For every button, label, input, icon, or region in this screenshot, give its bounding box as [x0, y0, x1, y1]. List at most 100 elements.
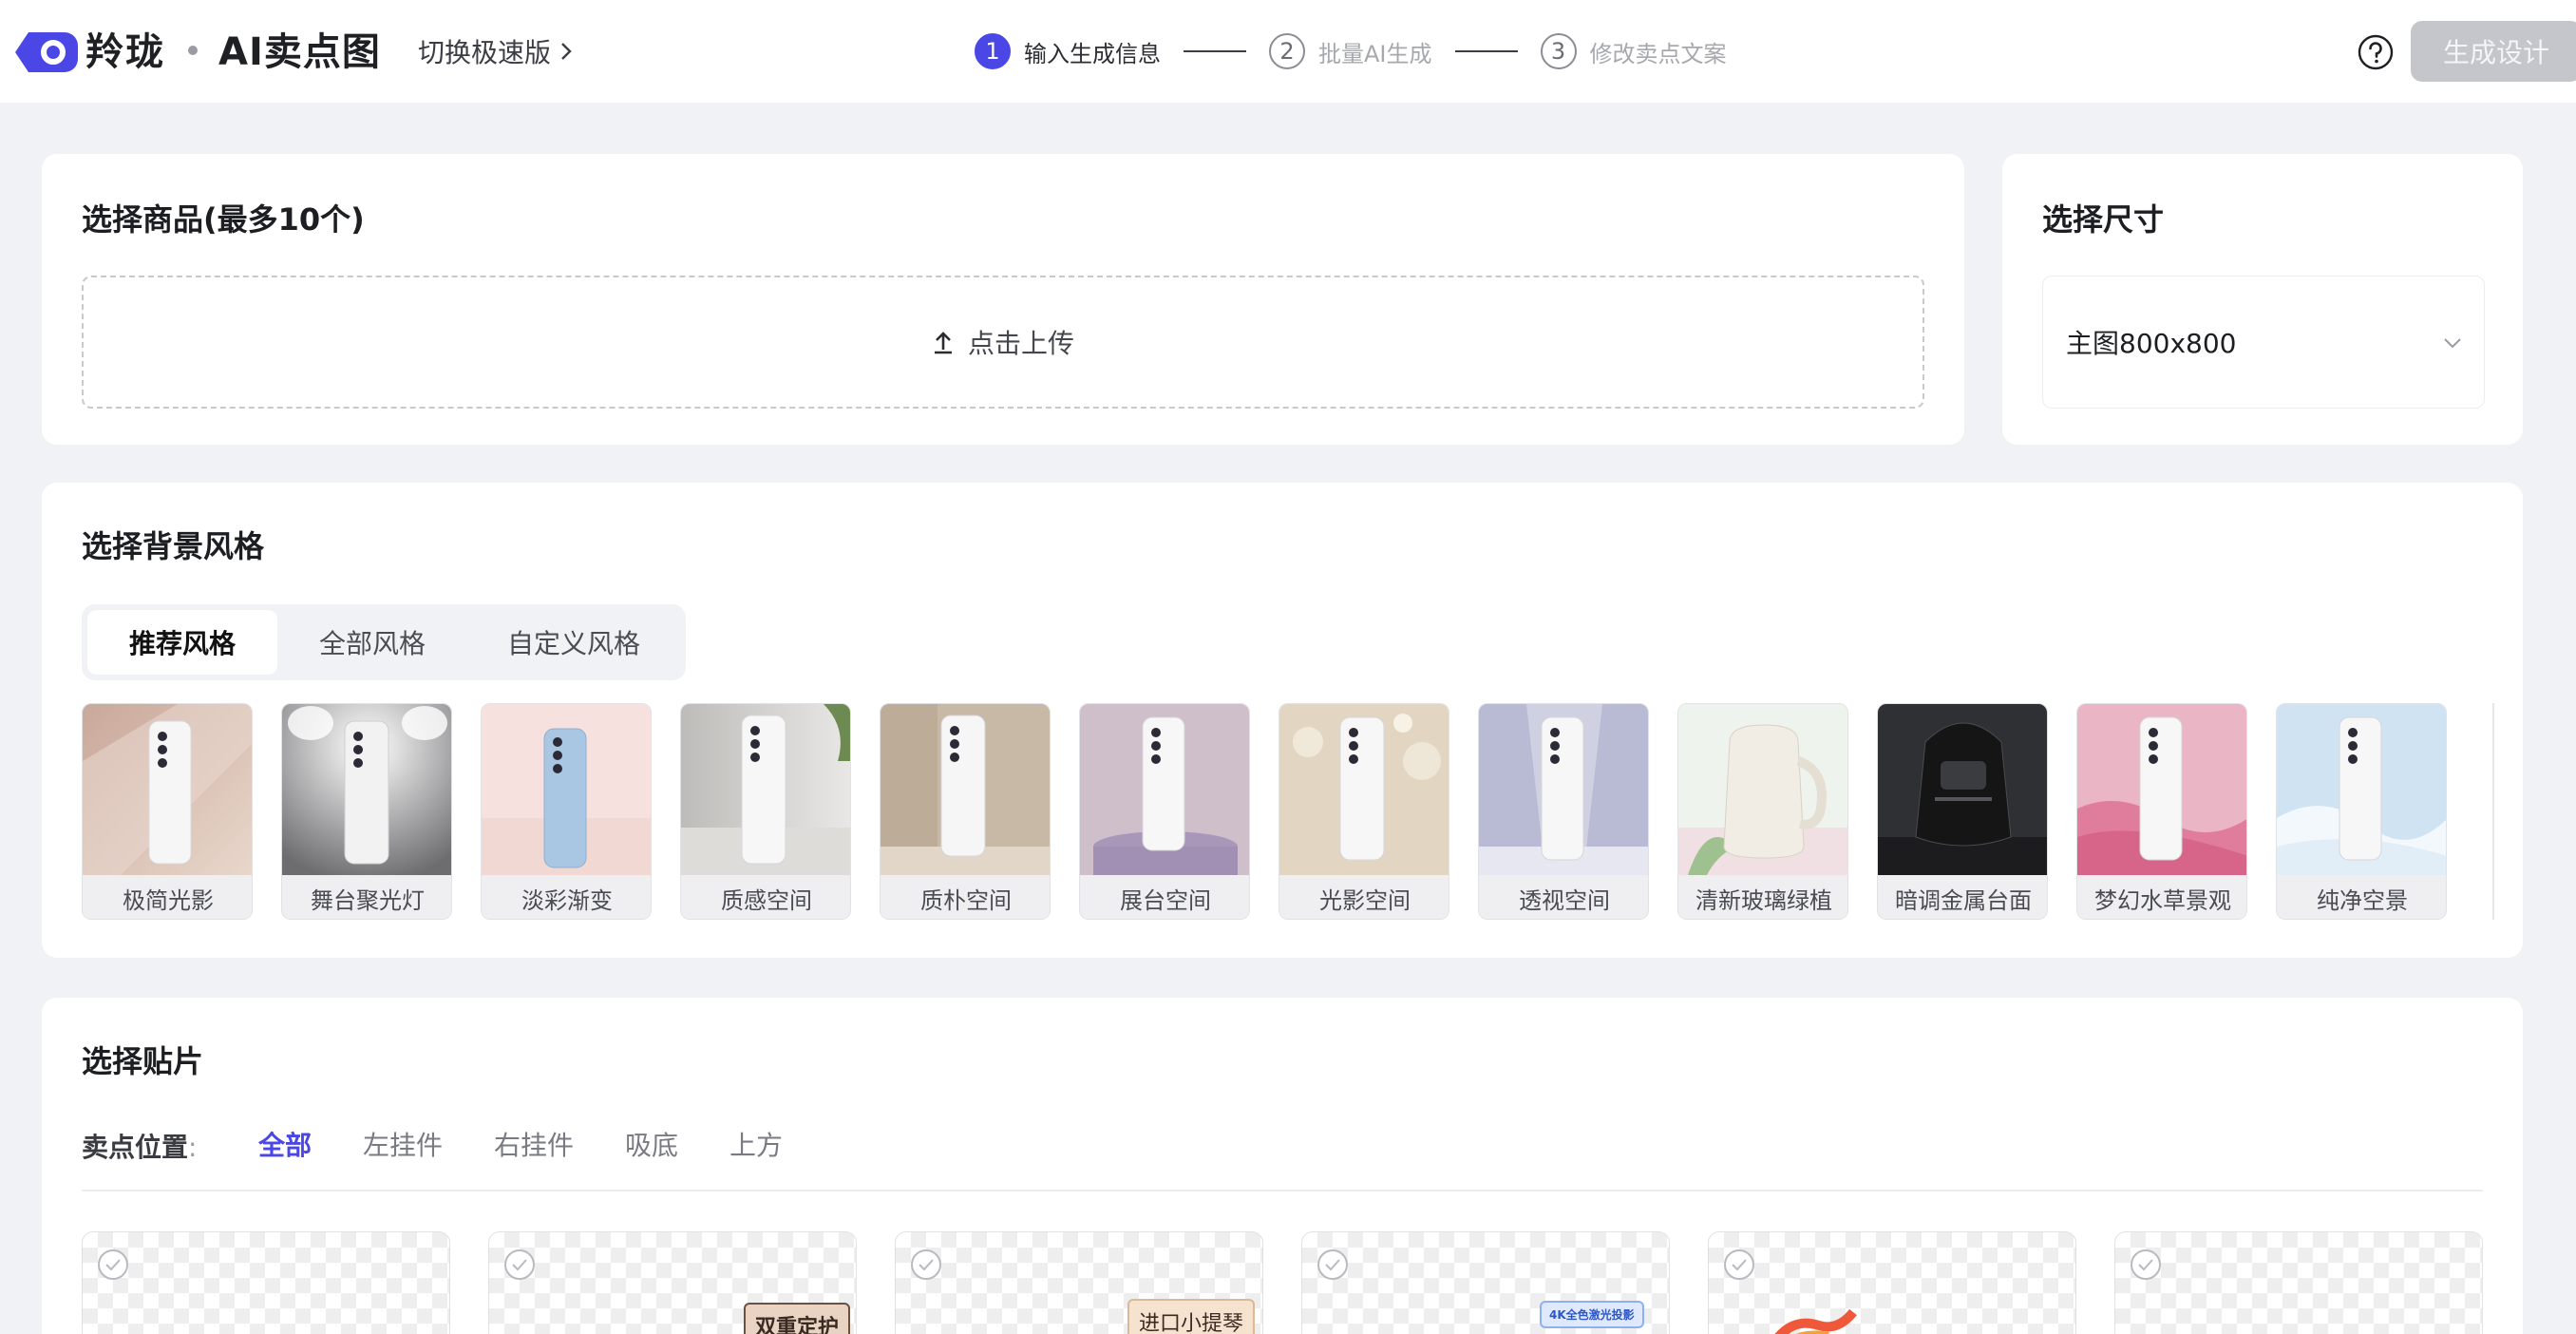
style-item[interactable]: 质感空间: [680, 703, 851, 920]
upload-label: 点击上传: [967, 328, 1074, 359]
style-thumbnail: [83, 704, 252, 875]
style-item[interactable]: 透视空间: [1478, 703, 1649, 920]
top-header: 羚珑 AI卖点图 切换极速版 1 输入生成信息 2 批量AI生成 3 修改卖点文…: [0, 0, 2576, 103]
tab-custom-style[interactable]: 自定义风格: [467, 610, 680, 675]
style-thumbnail: [881, 704, 1050, 875]
progress-steps: 1 输入生成信息 2 批量AI生成 3 修改卖点文案: [975, 32, 1727, 70]
step-3: 3 修改卖点文案: [1540, 33, 1727, 69]
product-name: AI卖点图: [218, 30, 381, 74]
tab-recommended[interactable]: 推荐风格: [87, 610, 277, 675]
filter-right-pendant[interactable]: 右挂件: [494, 1125, 574, 1163]
style-thumbnail: [1279, 704, 1449, 875]
sticker-card: 选择贴片 卖点位置: 全部 左挂件 右挂件 吸底 上方 双重定护 进口小提琴 4…: [42, 998, 2523, 1334]
step-number: 3: [1540, 33, 1577, 69]
sticker-item[interactable]: [2114, 1231, 2483, 1334]
style-title: 选择背景风格: [82, 528, 265, 564]
brand-name: 羚珑: [85, 30, 165, 74]
step-2: 2 批量AI生成: [1269, 33, 1432, 69]
step-label: 批量AI生成: [1318, 40, 1432, 67]
sticker-item[interactable]: [82, 1231, 450, 1334]
chevron-down-icon: [2444, 338, 2461, 349]
style-item[interactable]: 淡彩渐变: [481, 703, 652, 920]
style-thumbnail: [482, 704, 651, 875]
upload-dropzone[interactable]: 点击上传: [82, 276, 1924, 409]
style-thumbnail: [1878, 704, 2047, 875]
style-item[interactable]: 梦幻水草景观: [2076, 703, 2247, 920]
style-item-label: 质感空间: [681, 875, 850, 919]
style-thumbnail: [2277, 704, 2446, 875]
style-tabs: 推荐风格 全部风格 自定义风格: [82, 604, 686, 680]
style-thumbnail: [1080, 704, 1249, 875]
style-item-label: 极简光影: [83, 875, 252, 919]
style-item-label: 清新玻璃绿植: [1678, 875, 1847, 919]
style-item[interactable]: 纯净空景: [2276, 703, 2447, 920]
selling-point-position-label: 卖点位置:: [82, 1127, 197, 1165]
size-title: 选择尺寸: [2042, 201, 2165, 238]
style-thumbnail: [681, 704, 850, 875]
generate-design-button[interactable]: 生成设计: [2411, 21, 2576, 82]
background-style-card: 选择背景风格 推荐风格 全部风格 自定义风格 极简光影 舞台聚光灯 淡彩渐变 质…: [42, 483, 2523, 958]
style-item[interactable]: 极简光影: [82, 703, 253, 920]
step-connector: [1454, 50, 1518, 52]
step-label: 输入生成信息: [1024, 40, 1161, 67]
upload-title: 选择商品(最多10个): [82, 201, 365, 238]
size-card: 选择尺寸 主图800x800: [2002, 154, 2523, 445]
tab-all-styles[interactable]: 全部风格: [277, 610, 467, 675]
filter-label-colon: :: [188, 1132, 198, 1163]
step-1: 1 输入生成信息: [975, 33, 1161, 69]
style-item-label: 舞台聚光灯: [282, 875, 451, 919]
style-item[interactable]: 舞台聚光灯: [281, 703, 452, 920]
size-selected-value: 主图800x800: [2066, 328, 2237, 359]
check-icon: [105, 1259, 121, 1271]
style-item-label: 光影空间: [1279, 875, 1449, 919]
switch-fast-version-link[interactable]: 切换极速版: [418, 32, 574, 70]
switch-link-label: 切换极速版: [418, 37, 552, 68]
style-item[interactable]: 光影空间: [1279, 703, 1449, 920]
sticker-tag-text: 双重定护: [744, 1303, 851, 1334]
upload-icon: [934, 332, 952, 354]
filter-left-pendant[interactable]: 左挂件: [363, 1125, 443, 1163]
chevron-right-icon: [561, 43, 572, 60]
filter-divider: [82, 1190, 2483, 1191]
style-item-label: 梦幻水草景观: [2077, 875, 2246, 919]
sticker-item[interactable]: [1708, 1231, 2076, 1334]
style-thumbnail: [2077, 704, 2246, 875]
sticker-item[interactable]: 4K全色激光投影: [1301, 1231, 1670, 1334]
sticker-item[interactable]: 双重定护: [488, 1231, 857, 1334]
style-item-label: 淡彩渐变: [482, 875, 651, 919]
style-item-label: 透视空间: [1479, 875, 1648, 919]
sticker-decoration: [1774, 1308, 1857, 1334]
help-icon[interactable]: [2358, 34, 2394, 70]
sticker-item[interactable]: 进口小提琴: [895, 1231, 1263, 1334]
sticker-checkbox[interactable]: [1724, 1249, 1754, 1280]
style-item[interactable]: 质朴空间: [880, 703, 1051, 920]
check-icon: [1732, 1259, 1747, 1271]
style-thumbnail-row: 极简光影 舞台聚光灯 淡彩渐变 质感空间 质朴空间 展台空间 光影空间 透视空间…: [82, 703, 2523, 922]
style-item-label: 质朴空间: [881, 875, 1050, 919]
sticker-checkbox[interactable]: [504, 1249, 535, 1280]
sticker-tag-text: 进口小提琴: [1127, 1299, 1256, 1334]
style-thumbnail: [1479, 704, 1648, 875]
check-icon: [512, 1259, 527, 1271]
style-item[interactable]: 暗调金属台面: [1877, 703, 2048, 920]
style-item[interactable]: 展台空间: [1079, 703, 1250, 920]
filter-bottom[interactable]: 吸底: [625, 1125, 678, 1163]
sticker-checkbox[interactable]: [98, 1249, 128, 1280]
filter-label-text: 卖点位置: [82, 1132, 189, 1163]
filter-all[interactable]: 全部: [258, 1125, 312, 1163]
brand-logo-icon: [15, 32, 78, 72]
style-item-label: 暗调金属台面: [1878, 875, 2047, 919]
style-item[interactable]: 清新玻璃绿植: [1677, 703, 1848, 920]
check-icon: [2138, 1259, 2153, 1271]
sticker-checkbox[interactable]: [1317, 1249, 1348, 1280]
sticker-tag-text: 4K全色激光投影: [1540, 1301, 1644, 1328]
brand-separator: [188, 46, 198, 55]
product-upload-card: 选择商品(最多10个) 点击上传: [42, 154, 1964, 445]
row-scroll-fade: [2492, 703, 2523, 920]
size-select[interactable]: 主图800x800: [2042, 276, 2485, 409]
check-icon: [919, 1259, 934, 1271]
sticker-checkbox[interactable]: [2131, 1249, 2161, 1280]
style-item-label: 纯净空景: [2277, 875, 2446, 919]
sticker-checkbox[interactable]: [911, 1249, 941, 1280]
filter-top[interactable]: 上方: [729, 1125, 783, 1163]
